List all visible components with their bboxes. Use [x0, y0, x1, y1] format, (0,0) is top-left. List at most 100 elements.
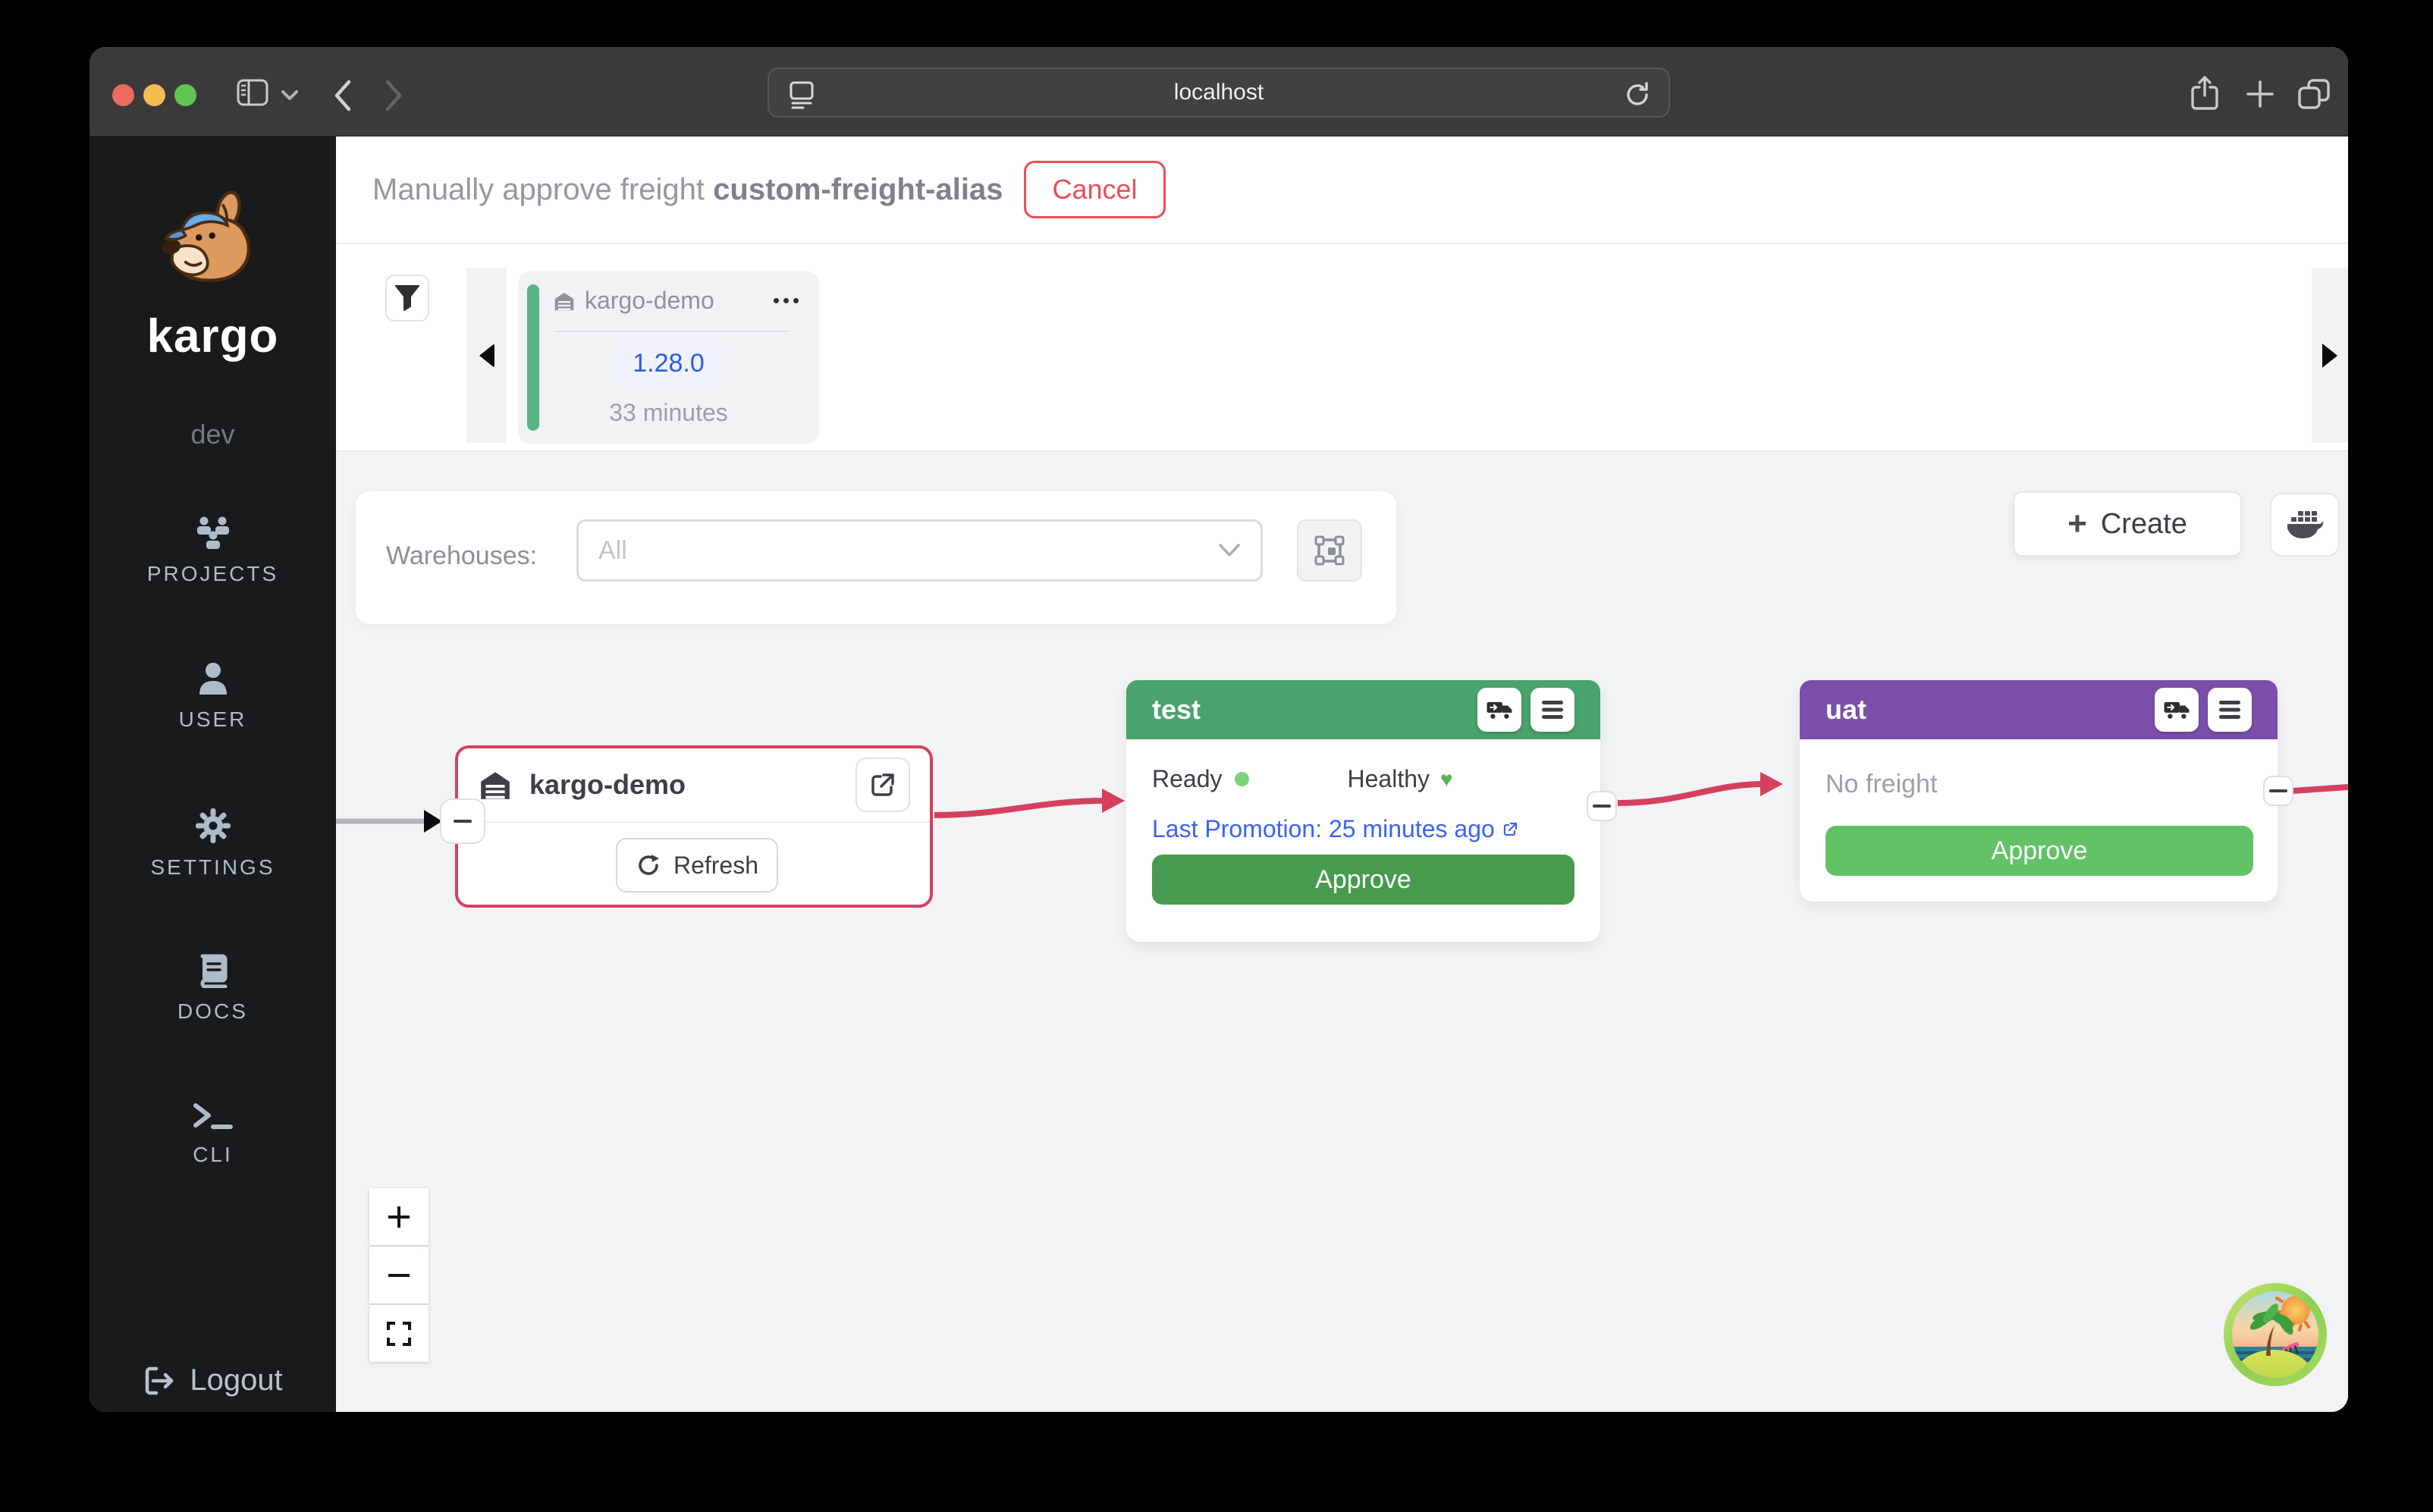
collapse-handle-uat[interactable]: [2263, 776, 2293, 806]
browser-titlebar: localhost: [89, 47, 2348, 136]
main-content: Manually approve freight custom-freight-…: [336, 136, 2348, 1412]
page-header: Manually approve freight custom-freight-…: [336, 136, 2348, 244]
hamburger-menu-icon: [1540, 699, 1565, 720]
stage-menu-button[interactable]: [1530, 688, 1574, 732]
tab-overview-icon[interactable]: [2296, 77, 2331, 111]
truck-icon: [2163, 698, 2190, 722]
zoom-in-button[interactable]: [369, 1188, 429, 1245]
create-button[interactable]: + Create: [2013, 491, 2242, 557]
warehouse-icon: [478, 769, 513, 801]
stage-status-row: Ready Healthy ♥: [1152, 765, 1453, 793]
zoom-out-minus-icon: [385, 1262, 413, 1289]
freight-truck-button[interactable]: [1477, 688, 1521, 732]
cancel-button[interactable]: Cancel: [1024, 161, 1165, 218]
external-link-icon: [1502, 822, 1518, 837]
minimize-window-button[interactable]: [143, 84, 165, 106]
zoom-in-plus-icon: [385, 1203, 413, 1231]
share-icon[interactable]: [2188, 74, 2221, 112]
zoom-out-button[interactable]: [369, 1247, 429, 1303]
sidebar-chevron-down-icon[interactable]: [281, 89, 299, 103]
approve-button-test[interactable]: Approve: [1152, 855, 1574, 905]
filter-button[interactable]: [385, 274, 429, 322]
sidebar-item-label: PROJECTS: [89, 562, 336, 586]
gear-icon: [195, 808, 231, 844]
forward-button-icon[interactable]: [381, 79, 406, 112]
sidebar-toggle-icon[interactable]: [236, 76, 269, 109]
plus-icon: +: [2067, 507, 2087, 541]
screen: localhost: [0, 0, 2433, 1512]
sidebar-item-projects[interactable]: PROJECTS: [89, 516, 336, 586]
user-icon: [196, 661, 231, 696]
docker-button[interactable]: [2270, 493, 2340, 557]
collapse-handle-warehouse[interactable]: [440, 798, 485, 844]
sidebar-item-cli[interactable]: CLI: [89, 1101, 336, 1167]
pipeline-canvas[interactable]: Warehouses: All: [336, 452, 2348, 1412]
timeline-scroll-right[interactable]: [2312, 268, 2348, 443]
browser-window: localhost: [89, 47, 2348, 1412]
ready-status-dot: [1235, 772, 1249, 786]
last-promotion-text: Last Promotion: 25 minutes ago: [1152, 815, 1495, 843]
sidebar-item-user[interactable]: USER: [89, 661, 336, 732]
minus-icon: [2269, 789, 2287, 792]
freight-truck-button[interactable]: [2155, 688, 2199, 732]
freight-more-menu-icon[interactable]: [774, 298, 803, 303]
close-window-button[interactable]: [112, 84, 134, 106]
stage-name: uat: [1826, 694, 1866, 726]
page-title-prefix: Manually approve freight: [372, 173, 705, 206]
scroll-right-arrow-icon: [2322, 343, 2337, 368]
sidebar-item-label: USER: [89, 707, 336, 732]
truck-icon: [1486, 698, 1513, 722]
kargo-app: kargo dev PROJECTS USER: [89, 136, 2348, 1412]
divider: [458, 821, 930, 823]
island-badge-icon[interactable]: [2222, 1281, 2328, 1388]
logout-button[interactable]: Logout: [89, 1363, 336, 1398]
warehouse-external-link-button[interactable]: [855, 758, 910, 812]
fullscreen-brackets-icon: [385, 1319, 413, 1348]
health-label: Healthy: [1348, 765, 1430, 793]
zoom-window-button[interactable]: [174, 84, 196, 106]
reload-icon[interactable]: [1623, 80, 1652, 109]
freight-version-tag[interactable]: 1.28.0: [616, 343, 721, 384]
minus-icon: [454, 820, 472, 823]
freight-warehouse-name: kargo-demo: [585, 287, 714, 315]
sidebar-item-docs[interactable]: DOCS: [89, 953, 336, 1024]
fit-view-button[interactable]: [369, 1305, 429, 1362]
new-tab-plus-icon[interactable]: [2245, 79, 2275, 109]
freight-age: 33 minutes: [518, 399, 819, 427]
create-label: Create: [2101, 508, 2187, 541]
sidebar: kargo dev PROJECTS USER: [89, 136, 336, 1412]
warehouse-node[interactable]: kargo-demo: [455, 745, 933, 908]
stage-image-button[interactable]: [1297, 519, 1362, 582]
stage-node-test[interactable]: test: [1126, 680, 1600, 942]
divider: [554, 331, 790, 332]
refresh-button[interactable]: Refresh: [616, 838, 778, 892]
healthy-heart-icon: ♥: [1440, 767, 1453, 792]
ready-label: Ready: [1152, 765, 1223, 793]
canvas-zoom-controls: [369, 1188, 429, 1362]
address-bar[interactable]: localhost: [768, 67, 1670, 118]
sidebar-item-label: DOCS: [89, 999, 336, 1024]
url-text: localhost: [1174, 80, 1264, 105]
stage-header: test: [1126, 680, 1600, 739]
warehouse-node-title: kargo-demo: [529, 769, 686, 801]
external-link-icon: [870, 772, 896, 798]
stage-node-uat[interactable]: uat: [1800, 680, 2278, 902]
terminal-icon: [192, 1101, 234, 1131]
freight-timeline: kargo-demo 1.28.0 33 minutes: [336, 244, 2348, 452]
collapse-handle-test[interactable]: [1587, 791, 1617, 821]
approve-button-uat[interactable]: Approve: [1826, 826, 2253, 876]
back-button-icon[interactable]: [331, 79, 355, 112]
freight-card[interactable]: kargo-demo 1.28.0 33 minutes: [518, 271, 819, 444]
scroll-left-arrow-icon: [479, 343, 494, 368]
logout-icon: [143, 1364, 176, 1398]
book-icon: [196, 953, 231, 988]
warehouses-select[interactable]: All: [576, 519, 1263, 582]
warehouses-toolbar: Warehouses: All: [356, 491, 1396, 624]
docker-whale-icon: [2286, 510, 2324, 540]
sidebar-item-settings[interactable]: SETTINGS: [89, 808, 336, 880]
stage-menu-button[interactable]: [2208, 688, 2252, 732]
timeline-scroll-left[interactable]: [466, 268, 507, 443]
sidebar-item-label: CLI: [89, 1143, 336, 1167]
hamburger-menu-icon: [2218, 699, 2242, 720]
last-promotion-link[interactable]: Last Promotion: 25 minutes ago: [1152, 815, 1518, 843]
